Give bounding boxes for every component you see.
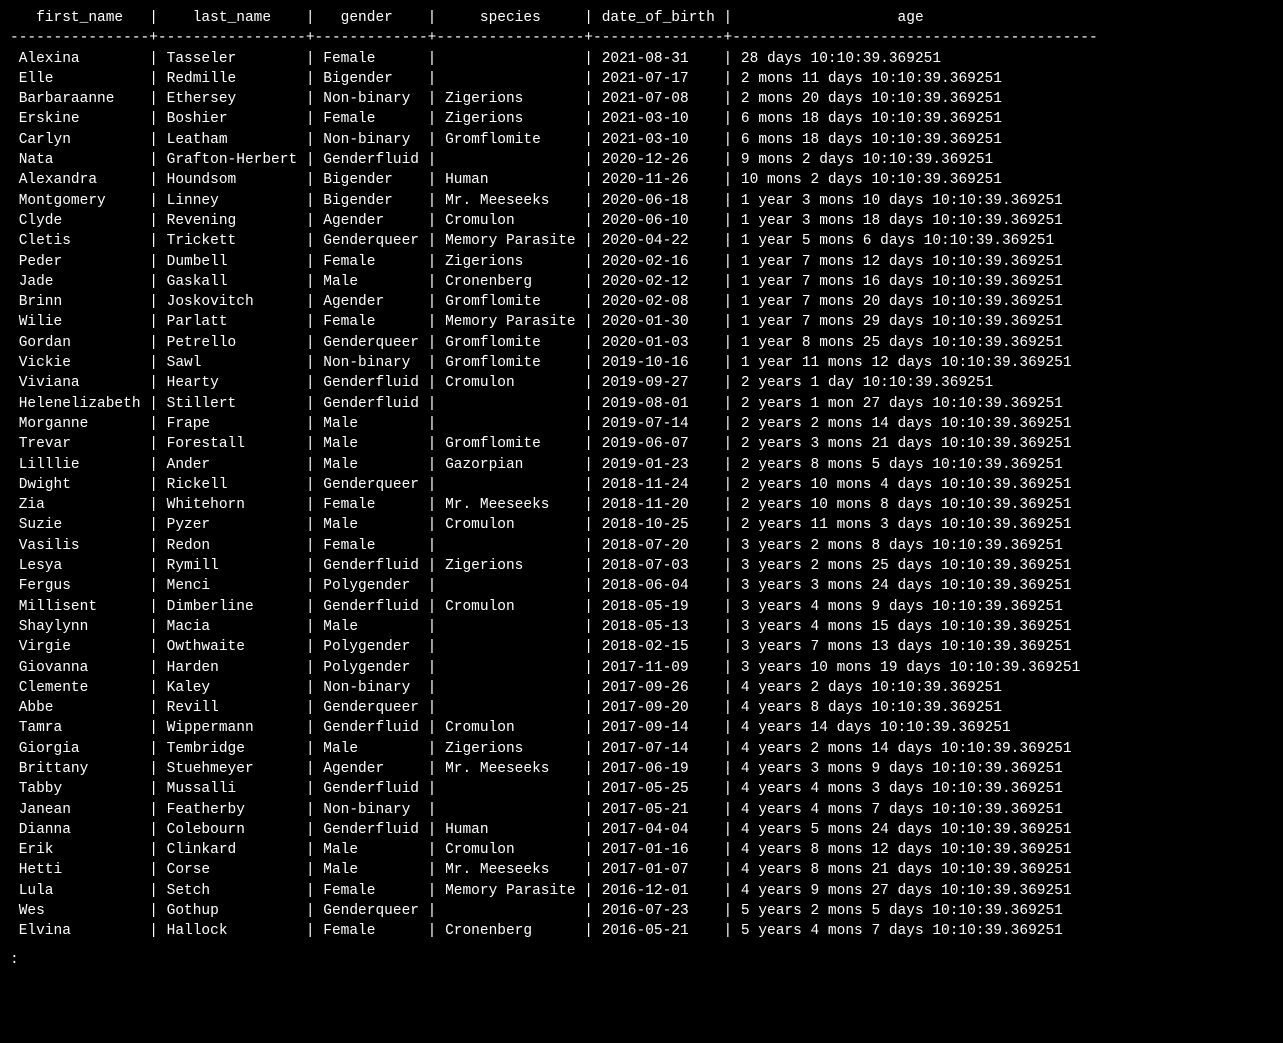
pager-prompt[interactable]: :: [0, 950, 1283, 978]
pager-prompt-text: :: [10, 952, 19, 968]
terminal-output[interactable]: first_name | last_name | gender | specie…: [0, 0, 1283, 950]
